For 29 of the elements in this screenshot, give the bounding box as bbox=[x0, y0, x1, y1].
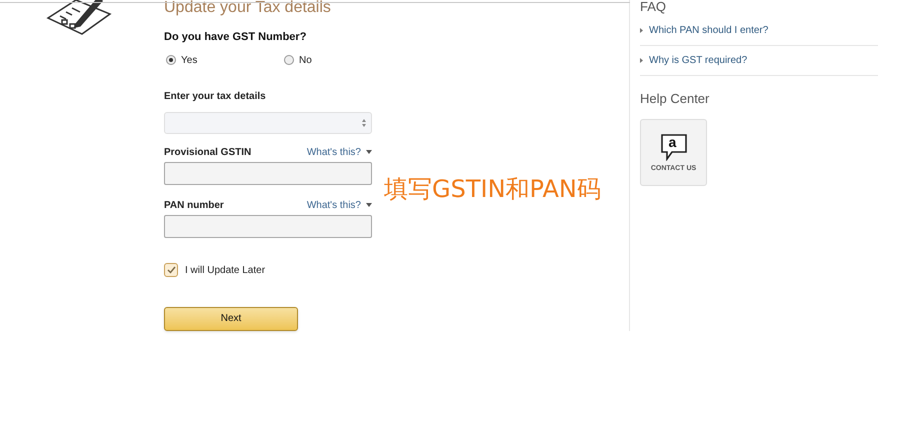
checkbox[interactable] bbox=[164, 263, 178, 277]
bullet-arrow-icon bbox=[640, 58, 643, 63]
field-label: PAN number bbox=[164, 198, 224, 212]
next-button[interactable]: Next bbox=[164, 306, 298, 330]
section-label: Enter your tax details bbox=[164, 90, 267, 104]
check-icon bbox=[166, 266, 176, 274]
radio-label: No bbox=[299, 54, 312, 68]
bullet-arrow-icon bbox=[640, 28, 643, 33]
page-title: Update your Tax details bbox=[164, 0, 332, 17]
radio-button[interactable] bbox=[284, 55, 294, 65]
caret-icon bbox=[366, 203, 372, 207]
logo-letter: a bbox=[668, 134, 676, 150]
caret-icon bbox=[366, 150, 372, 154]
question-label: Do you have GST Number? bbox=[164, 30, 308, 45]
faq-link[interactable]: Why is GST required? bbox=[649, 53, 748, 68]
field-label: Provisional GSTIN bbox=[164, 146, 252, 160]
radio-label: Yes bbox=[181, 54, 198, 68]
caption-overlay: 填写GSTIN和PAN码 bbox=[384, 174, 601, 205]
radio-button[interactable] bbox=[166, 55, 176, 65]
checkbox-label: I will Update Later bbox=[185, 264, 266, 278]
speech-bubble-icon bbox=[660, 132, 688, 160]
whats-this-link[interactable]: What's this? bbox=[306, 198, 372, 212]
select-arrows-icon bbox=[362, 118, 366, 126]
whats-this-link[interactable]: What's this? bbox=[306, 144, 372, 160]
text-input[interactable] bbox=[164, 162, 372, 184]
faq-link[interactable]: Which PAN should I enter? bbox=[649, 23, 768, 38]
text-input[interactable] bbox=[164, 214, 372, 238]
help-center-heading: Help Center bbox=[640, 90, 710, 108]
faq-heading: FAQ bbox=[640, 0, 668, 14]
